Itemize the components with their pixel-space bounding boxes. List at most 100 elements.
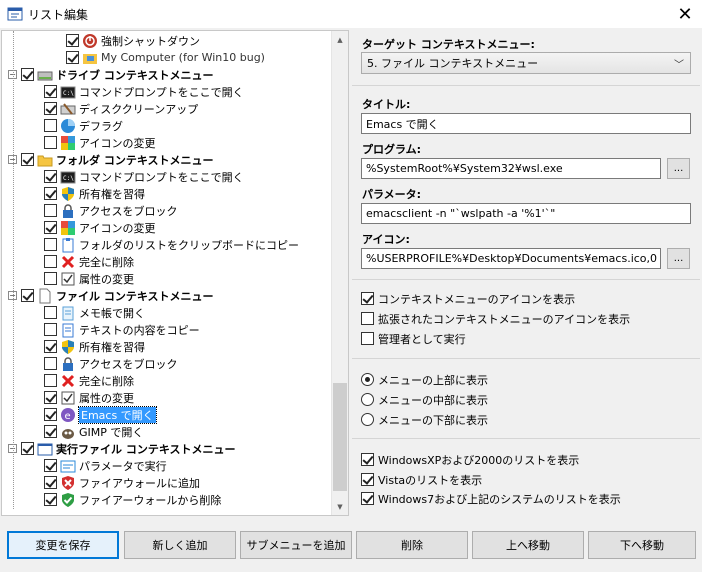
- tree-checkbox[interactable]: [44, 204, 57, 217]
- tree-item[interactable]: ディスククリーンアップ: [44, 100, 198, 117]
- tree-checkbox[interactable]: [44, 459, 57, 472]
- notepad-icon: [60, 305, 76, 321]
- checkbox[interactable]: [361, 473, 374, 486]
- tree-checkbox[interactable]: [44, 493, 57, 506]
- tree-item[interactable]: C:\ コマンドプロンプトをここで開く: [44, 168, 244, 185]
- tree-item[interactable]: GIMP で開く: [44, 423, 143, 440]
- radio-position-bottom[interactable]: メニューの下部に表示: [361, 411, 488, 428]
- tree-checkbox[interactable]: [44, 136, 57, 149]
- radio-button[interactable]: [361, 373, 374, 386]
- tree-item[interactable]: 所有権を習得: [44, 338, 145, 355]
- tree-item[interactable]: パラメータで実行: [44, 457, 167, 474]
- shutdown-icon: [82, 33, 98, 49]
- radio-button[interactable]: [361, 393, 374, 406]
- tree-item[interactable]: ファイアウォールに追加: [44, 474, 200, 491]
- tree-item[interactable]: アイコンの変更: [44, 219, 155, 236]
- tree-checkbox[interactable]: [44, 357, 57, 370]
- move-up-button[interactable]: 上へ移動: [472, 531, 584, 559]
- option-os-xp[interactable]: WindowsXPおよび2000のリストを表示: [361, 451, 579, 468]
- tree-item-label: 完全に削除: [79, 255, 134, 269]
- title-field[interactable]: Emacs で開く: [361, 113, 691, 134]
- tree-item[interactable]: 完全に削除: [44, 253, 134, 270]
- tree-checkbox[interactable]: [44, 476, 57, 489]
- tree-item[interactable]: ファイアーウォールから削除: [44, 491, 221, 508]
- option-run-as-admin[interactable]: 管理者として実行: [361, 330, 466, 347]
- tree-item-label: 完全に削除: [79, 374, 134, 388]
- tree-item-label: Emacs で開く: [78, 405, 157, 424]
- tree-checkbox[interactable]: [44, 221, 57, 234]
- checkbox[interactable]: [361, 453, 374, 466]
- checkbox[interactable]: [361, 332, 374, 345]
- radio-position-middle[interactable]: メニューの中部に表示: [361, 391, 488, 408]
- tree-checkbox[interactable]: [21, 442, 34, 455]
- scroll-thumb[interactable]: [333, 383, 347, 491]
- scroll-up-arrow-icon[interactable]: ▲: [332, 31, 348, 48]
- tree-item[interactable]: C:\ コマンドプロンプトをここで開く: [44, 83, 244, 100]
- tree-item[interactable]: フォルダのリストをクリップボードにコピー: [44, 236, 299, 253]
- tree-checkbox[interactable]: [44, 323, 57, 336]
- tree-item[interactable]: 強制シャットダウン: [66, 32, 200, 49]
- tree-checkbox[interactable]: [21, 153, 34, 166]
- tree-group[interactable]: − 実行ファイル コンテキストメニュー: [8, 440, 236, 457]
- program-browse-button[interactable]: ...: [667, 158, 690, 179]
- tree-checkbox[interactable]: [44, 170, 57, 183]
- close-icon[interactable]: ✕: [668, 0, 702, 28]
- checkbox[interactable]: [361, 292, 374, 305]
- delete-button[interactable]: 削除: [356, 531, 468, 559]
- tree-group[interactable]: − ドライブ コンテキストメニュー: [8, 66, 214, 83]
- icon-browse-button[interactable]: ...: [667, 248, 690, 269]
- tree-item[interactable]: e Emacs で開く: [44, 405, 157, 424]
- tree-item[interactable]: 属性の変更: [44, 270, 134, 287]
- option-os-vista[interactable]: Vistaのリストを表示: [361, 471, 482, 488]
- radio-position-top[interactable]: メニューの上部に表示: [361, 371, 488, 388]
- tree-item[interactable]: メモ帳で開く: [44, 304, 145, 321]
- tree-item[interactable]: My Computer (for Win10 bug): [66, 49, 265, 66]
- checkbox[interactable]: [361, 312, 374, 325]
- add-new-button[interactable]: 新しく追加: [124, 531, 236, 559]
- checkbox[interactable]: [361, 492, 374, 505]
- tree-group[interactable]: − ファイル コンテキストメニュー: [8, 287, 214, 304]
- icon-path-field[interactable]: %USERPROFILE%¥Desktop¥Documents¥emacs.ic…: [361, 248, 661, 269]
- firewall-remove-icon: [60, 492, 76, 508]
- save-button[interactable]: 変更を保存: [7, 531, 119, 559]
- tree-checkbox[interactable]: [21, 68, 34, 81]
- tree-checkbox[interactable]: [44, 391, 57, 404]
- add-submenu-button[interactable]: サブメニューを追加: [240, 531, 352, 559]
- tree-item[interactable]: 所有権を習得: [44, 185, 145, 202]
- program-field[interactable]: %SystemRoot%¥System32¥wsl.exe: [361, 158, 661, 179]
- tree-checkbox[interactable]: [44, 408, 57, 421]
- tree-item[interactable]: 完全に削除: [44, 372, 134, 389]
- tree-item[interactable]: テキストの内容をコピー: [44, 321, 200, 338]
- scroll-down-arrow-icon[interactable]: ▼: [332, 498, 348, 515]
- move-down-button[interactable]: 下へ移動: [588, 531, 696, 559]
- tree-group[interactable]: − フォルダ コンテキストメニュー: [8, 151, 214, 168]
- tree-item[interactable]: アクセスをブロック: [44, 355, 177, 372]
- tree-checkbox[interactable]: [44, 255, 57, 268]
- option-show-extended-icon[interactable]: 拡張されたコンテキストメニューのアイコンを表示: [361, 310, 630, 327]
- option-os-win7[interactable]: Windows7および上記のシステムのリストを表示: [361, 490, 621, 507]
- params-field[interactable]: emacsclient -n "`wslpath -a '%1'`": [361, 203, 691, 224]
- tree-checkbox[interactable]: [44, 119, 57, 132]
- tree-item[interactable]: 属性の変更: [44, 389, 134, 406]
- tree-checkbox[interactable]: [44, 374, 57, 387]
- folder-computer-icon: [82, 50, 98, 66]
- tree-checkbox[interactable]: [44, 272, 57, 285]
- tree-checkbox[interactable]: [44, 425, 57, 438]
- tree-scrollbar[interactable]: ▲ ▼: [331, 31, 348, 515]
- tree-item[interactable]: アイコンの変更: [44, 134, 155, 151]
- tree-checkbox[interactable]: [44, 187, 57, 200]
- tree-checkbox[interactable]: [66, 51, 79, 64]
- tree-checkbox[interactable]: [44, 102, 57, 115]
- tree-checkbox[interactable]: [44, 306, 57, 319]
- tree-checkbox[interactable]: [66, 34, 79, 47]
- tree-checkbox[interactable]: [21, 289, 34, 302]
- radio-button[interactable]: [361, 413, 374, 426]
- tree-checkbox[interactable]: [44, 238, 57, 251]
- target-select[interactable]: 5. ファイル コンテキストメニュー ﹀: [361, 52, 691, 74]
- tree-checkbox[interactable]: [44, 340, 57, 353]
- tree-item[interactable]: アクセスをブロック: [44, 202, 177, 219]
- tree-item[interactable]: デフラグ: [44, 117, 123, 134]
- tree-checkbox[interactable]: [44, 85, 57, 98]
- context-menu-tree[interactable]: ▲ ▼ 強制シャットダウン My Computer (for Win10 bug)…: [1, 30, 349, 516]
- option-show-icon[interactable]: コンテキストメニューのアイコンを表示: [361, 290, 575, 307]
